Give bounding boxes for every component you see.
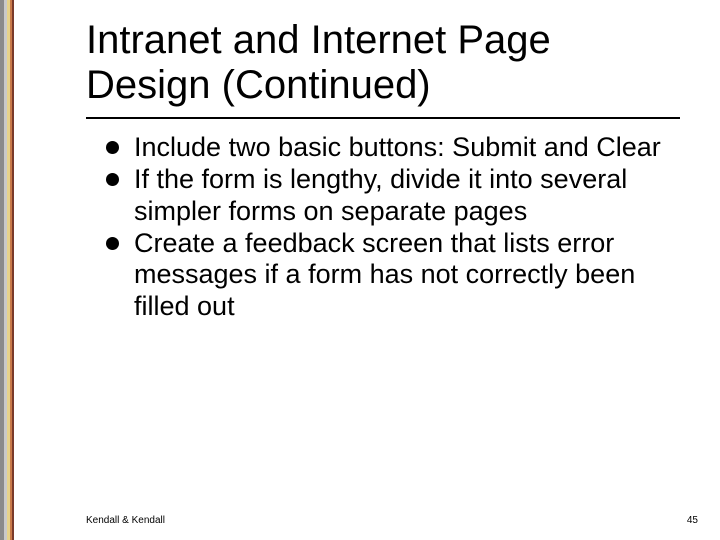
footer-author: Kendall & Kendall — [86, 515, 165, 526]
slide-title: Intranet and Internet Page Design (Conti… — [86, 18, 680, 108]
slide-body: Intranet and Internet Page Design (Conti… — [14, 0, 720, 540]
bullet-icon — [106, 237, 119, 250]
bullet-list: Include two basic buttons: Submit and Cl… — [106, 132, 684, 323]
list-item: If the form is lengthy, divide it into s… — [106, 164, 684, 228]
title-underline — [86, 117, 680, 119]
bullet-icon — [106, 173, 119, 186]
bullet-text: Create a feedback screen that lists erro… — [134, 228, 635, 322]
list-item: Create a feedback screen that lists erro… — [106, 228, 684, 324]
footer-page-number: 45 — [687, 515, 698, 526]
bullet-text: If the form is lengthy, divide it into s… — [134, 164, 627, 226]
list-item: Include two basic buttons: Submit and Cl… — [106, 132, 684, 164]
bullet-text: Include two basic buttons: Submit and Cl… — [134, 132, 661, 162]
slide-left-accent — [0, 0, 14, 540]
bullet-icon — [106, 141, 119, 154]
